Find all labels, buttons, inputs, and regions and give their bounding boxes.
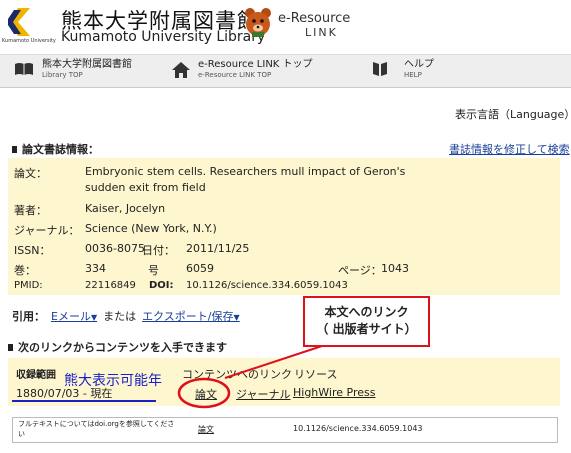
page-label: ページ： xyxy=(338,264,382,277)
eresource-label: e-Resource xyxy=(278,11,351,26)
nav-library-top[interactable]: 熊本大学附属図書館 Library TOP xyxy=(14,59,132,80)
export-dropdown[interactable]: エクスポート/保存▼ xyxy=(142,308,240,324)
contents-heading: 次のリンクからコンテンツを入手できます xyxy=(8,339,227,355)
cite-label: 引用： xyxy=(12,310,45,323)
volume-label: 巻： xyxy=(14,264,36,277)
pmid-label: PMID: xyxy=(14,280,43,291)
nav-library-top-title: 熊本大学附属図書館 xyxy=(42,59,132,70)
author-label: 著者： xyxy=(14,204,47,217)
content-link-label: コンテンツへのリンク xyxy=(182,368,292,381)
resource-label: リソース xyxy=(294,368,338,381)
nav-help-sub: HELP xyxy=(404,71,422,79)
issue-value: 6059 xyxy=(186,262,214,275)
kumamoto-logo-icon[interactable] xyxy=(8,8,30,36)
pmid-value: 22116849 xyxy=(85,280,136,291)
journal-value: Science (New York, N.Y.) xyxy=(85,222,217,235)
biblio-info-box: 論文： Embryonic stem cells. Researchers mu… xyxy=(8,158,560,295)
doi-label: DOI: xyxy=(149,280,174,291)
date-label: 日付： xyxy=(142,244,175,257)
cite-or-text: または xyxy=(103,310,137,323)
coverage-box: 収録範囲 熊大表示可能年 1880/07/03 - 現在 コンテンツへのリンク … xyxy=(8,358,560,406)
university-small-label: Kumamoto University xyxy=(2,38,56,44)
nav-help-title: ヘルプ xyxy=(404,59,434,70)
dropdown-arrow-icon: ▼ xyxy=(90,313,98,322)
journal-label: ジャーナル： xyxy=(14,224,80,237)
fulltext-note: フルテキストについてはdoi.orgを参照してください xyxy=(18,420,175,438)
nav-eresource-top[interactable]: e-Resource LINK トップ e-Resource LINK TOP xyxy=(172,59,313,80)
mascot-bear-icon xyxy=(245,8,271,37)
help-book-icon xyxy=(373,62,387,76)
date-value: 2011/11/25 xyxy=(186,242,250,255)
nav-library-top-sub: Library TOP xyxy=(42,71,83,79)
email-label: Eメール xyxy=(51,310,91,323)
article-label: 論文： xyxy=(14,167,47,180)
dropdown-arrow-icon: ▼ xyxy=(233,313,240,322)
nav-eresource-top-sub: e-Resource LINK TOP xyxy=(198,71,272,79)
link-label: LINK xyxy=(305,26,338,39)
biblio-heading: 論文書誌情報： xyxy=(12,141,99,157)
fulltext-doi: 10.1126/science.334.6059.1043 xyxy=(293,424,423,433)
callout-line1: 本文へのリンク xyxy=(324,305,409,319)
top-navigation-bar: 熊本大学附属図書館 Library TOP e-Resource LINK トッ… xyxy=(0,54,571,88)
coverage-value: 1880/07/03 - 現在 xyxy=(16,387,113,400)
bullet-icon xyxy=(12,145,17,153)
page-value: 1043 xyxy=(381,262,409,275)
issue-label: 号 xyxy=(148,264,159,277)
bullet-icon xyxy=(8,343,13,351)
volume-value: 334 xyxy=(85,262,106,275)
callout-line2: （ 出版者サイト） xyxy=(316,322,417,336)
fix-biblio-search-link[interactable]: 書誌情報を修正して検索 xyxy=(449,141,570,157)
coverage-underline-annotation xyxy=(12,400,156,402)
journal-link[interactable]: ジャーナル xyxy=(236,386,290,402)
doi-value: 10.1126/science.334.6059.1043 xyxy=(186,280,348,291)
highwire-press-link[interactable]: HighWire Press xyxy=(293,386,375,399)
coverage-label: 収録範囲 xyxy=(16,370,56,381)
issn-label: ISSN： xyxy=(14,244,51,257)
biblio-heading-text: 論文書誌情報： xyxy=(22,143,99,156)
home-icon xyxy=(172,62,190,78)
nav-eresource-top-title: e-Resource LINK トップ xyxy=(198,59,313,70)
fulltext-table: フルテキストについてはdoi.orgを参照してください 論文 10.1126/s… xyxy=(12,417,558,443)
export-label: エクスポート/保存 xyxy=(142,310,234,323)
contents-heading-text: 次のリンクからコンテンツを入手できます xyxy=(18,341,227,354)
author-value: Kaiser, Jocelyn xyxy=(85,202,166,215)
issn-value: 0036-8075 xyxy=(85,242,145,255)
nav-help[interactable]: ヘルプ HELP xyxy=(372,59,434,80)
cite-row: 引用： Eメール▼ または エクスポート/保存▼ xyxy=(12,308,240,324)
fulltext-article-link[interactable]: 論文 xyxy=(198,424,214,435)
email-dropdown[interactable]: Eメール▼ xyxy=(51,308,97,324)
language-selector[interactable]: 表示言語（Language） xyxy=(455,106,571,122)
article-title-line2: sudden exit from field xyxy=(85,181,206,194)
article-link[interactable]: 論文 xyxy=(195,386,217,402)
book-icon xyxy=(15,63,33,75)
library-title-en: Kumamoto University Library xyxy=(61,29,266,45)
callout-box: 本文へのリンク （ 出版者サイト） xyxy=(303,296,430,347)
article-title-line1: Embryonic stem cells. Researchers mull i… xyxy=(85,165,406,178)
